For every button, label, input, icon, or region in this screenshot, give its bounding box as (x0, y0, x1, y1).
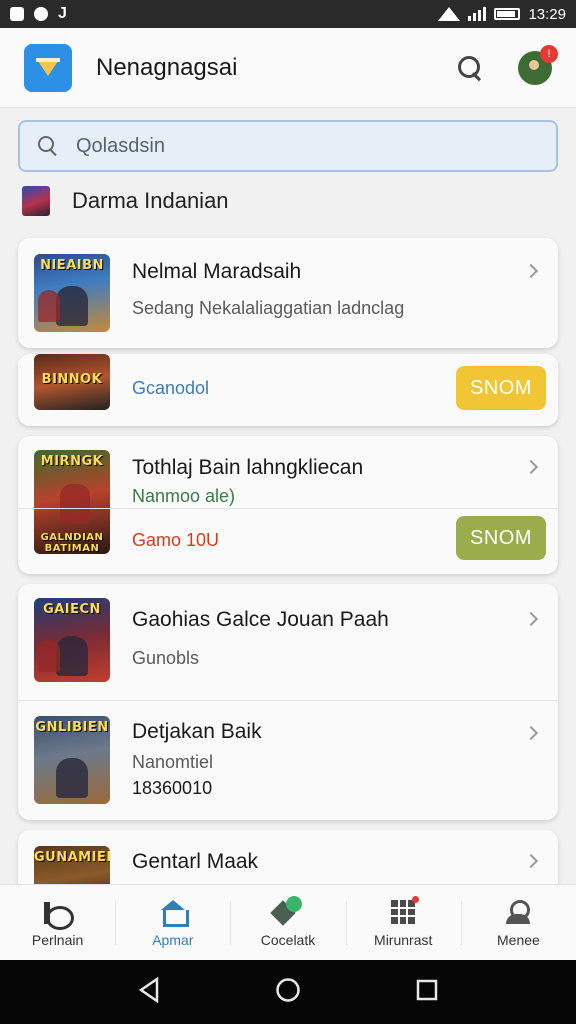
nav-label: Apmar (152, 931, 194, 948)
app-title: Nenagnagsai (96, 53, 238, 81)
cover-figure (56, 286, 88, 326)
game-card[interactable]: MIRNGK GALNDIAN BATIMAN Tothlaj Bain lah… (18, 436, 558, 574)
game-row[interactable]: GAIECN Gaohias Galce Jouan Paah Gunobls (18, 584, 558, 700)
store-icon (159, 898, 189, 927)
game-price: Gamo 10U (132, 530, 220, 550)
cover-title: GAIECN (43, 602, 101, 617)
avatar[interactable]: ! (518, 44, 558, 85)
game-cover: NIEAIBN (34, 254, 110, 332)
battery-icon (494, 8, 521, 20)
search-bar[interactable] (18, 120, 558, 172)
chat-icon (274, 895, 302, 926)
status-time: 13:29 (528, 5, 566, 23)
install-button[interactable]: SNOM (456, 516, 546, 560)
game-card[interactable]: BINNOK Gcanodol SNOM (18, 354, 558, 426)
home-circle-icon[interactable] (275, 977, 301, 1008)
game-card-group: GAIECN Gaohias Galce Jouan Paah Gunobls … (18, 584, 558, 820)
nav-item-home[interactable]: Perlnain (0, 885, 115, 960)
person-icon (504, 898, 532, 926)
divider (18, 508, 558, 509)
chevron-right-icon (523, 459, 539, 475)
nav-item-menu[interactable]: Mirunrast (345, 885, 461, 960)
face-icon (34, 7, 48, 21)
notification-icon (10, 7, 24, 21)
game-subtitle: Gcanodol (132, 378, 210, 398)
cover-title: BINNOK (41, 372, 103, 387)
game-card[interactable]: NIEAIBN Nelmal Maradsaih Sedang Nekalali… (18, 238, 558, 348)
game-subtitle: Sedang Nekalaliaggatian ladnclag (132, 298, 405, 318)
game-subtitle: Nanmoo ale) (132, 486, 236, 506)
game-row[interactable]: GNLIBIEN Detjakan Baik Nanomtiel 1836001… (18, 700, 558, 820)
home-icon (43, 898, 74, 930)
nav-item-store[interactable]: Apmar (115, 885, 230, 960)
bottom-navigation: Perlnain Apmar Cocelatk Mirunrast Menee (0, 884, 576, 960)
install-button[interactable]: SNOM (456, 366, 546, 410)
nav-label: Mirunrast (374, 931, 433, 948)
nav-label: Menee (497, 931, 540, 948)
cover-title: NIEAIBN (40, 258, 104, 273)
game-cover: GNLIBIEN (34, 716, 110, 804)
search-icon (38, 136, 58, 156)
wifi-icon (438, 7, 461, 21)
game-subtitle: Gunobls (132, 648, 200, 668)
system-navigation-bar (0, 960, 576, 1024)
game-cover: MIRNGK GALNDIAN BATIMAN (34, 450, 110, 554)
game-cover: GAIECN (34, 598, 110, 682)
back-icon[interactable] (137, 976, 161, 1008)
chevron-right-icon (523, 611, 539, 627)
section-title: Darma Indanian (72, 188, 229, 213)
cover-figure (60, 484, 90, 524)
cover-figure (56, 758, 88, 798)
search-icon[interactable] (456, 54, 484, 82)
nav-item-profile[interactable]: Menee (460, 885, 576, 960)
status-bar: J 13:29 (0, 0, 576, 28)
chevron-right-icon (523, 725, 539, 741)
j-icon: J (58, 5, 67, 22)
cover-figure (56, 636, 88, 676)
game-subtitle: Nanomtiel (132, 752, 214, 772)
section-thumbnail (22, 186, 50, 216)
chevron-right-icon (523, 853, 539, 869)
chevron-right-icon (523, 263, 539, 279)
grid-icon (389, 895, 420, 926)
notification-badge: ! (540, 44, 558, 63)
nav-label: Perlnain (31, 931, 84, 948)
cover-figure (38, 640, 60, 672)
game-title: Tothlaj Bain lahngkliecan (132, 456, 364, 479)
cover-title: GNLIBIEN (35, 720, 109, 735)
app-bar: Nenagnagsai ! (0, 28, 576, 108)
section-header: Darma Indanian (22, 186, 229, 216)
app-logo[interactable] (24, 43, 72, 92)
game-size: 18360010 (132, 778, 213, 798)
cover-title: GUNAMIEKI (34, 850, 110, 865)
game-title: Detjakan Baik (132, 720, 262, 743)
game-title: Gentarl Maak (132, 850, 259, 873)
nav-label: Cocelatk (260, 931, 316, 948)
nav-item-chat[interactable]: Cocelatk (230, 885, 345, 960)
game-cover: BINNOK (34, 354, 110, 410)
cover-figure (38, 290, 60, 322)
game-title: Nelmal Maradsaih (132, 260, 302, 283)
cover-subtitle: GALNDIAN BATIMAN (40, 532, 104, 554)
search-input[interactable] (76, 134, 496, 158)
cover-title: MIRNGK (40, 454, 104, 469)
recents-icon[interactable] (415, 978, 439, 1007)
signal-icon (468, 7, 487, 21)
game-title: Gaohias Galce Jouan Paah (132, 608, 389, 631)
